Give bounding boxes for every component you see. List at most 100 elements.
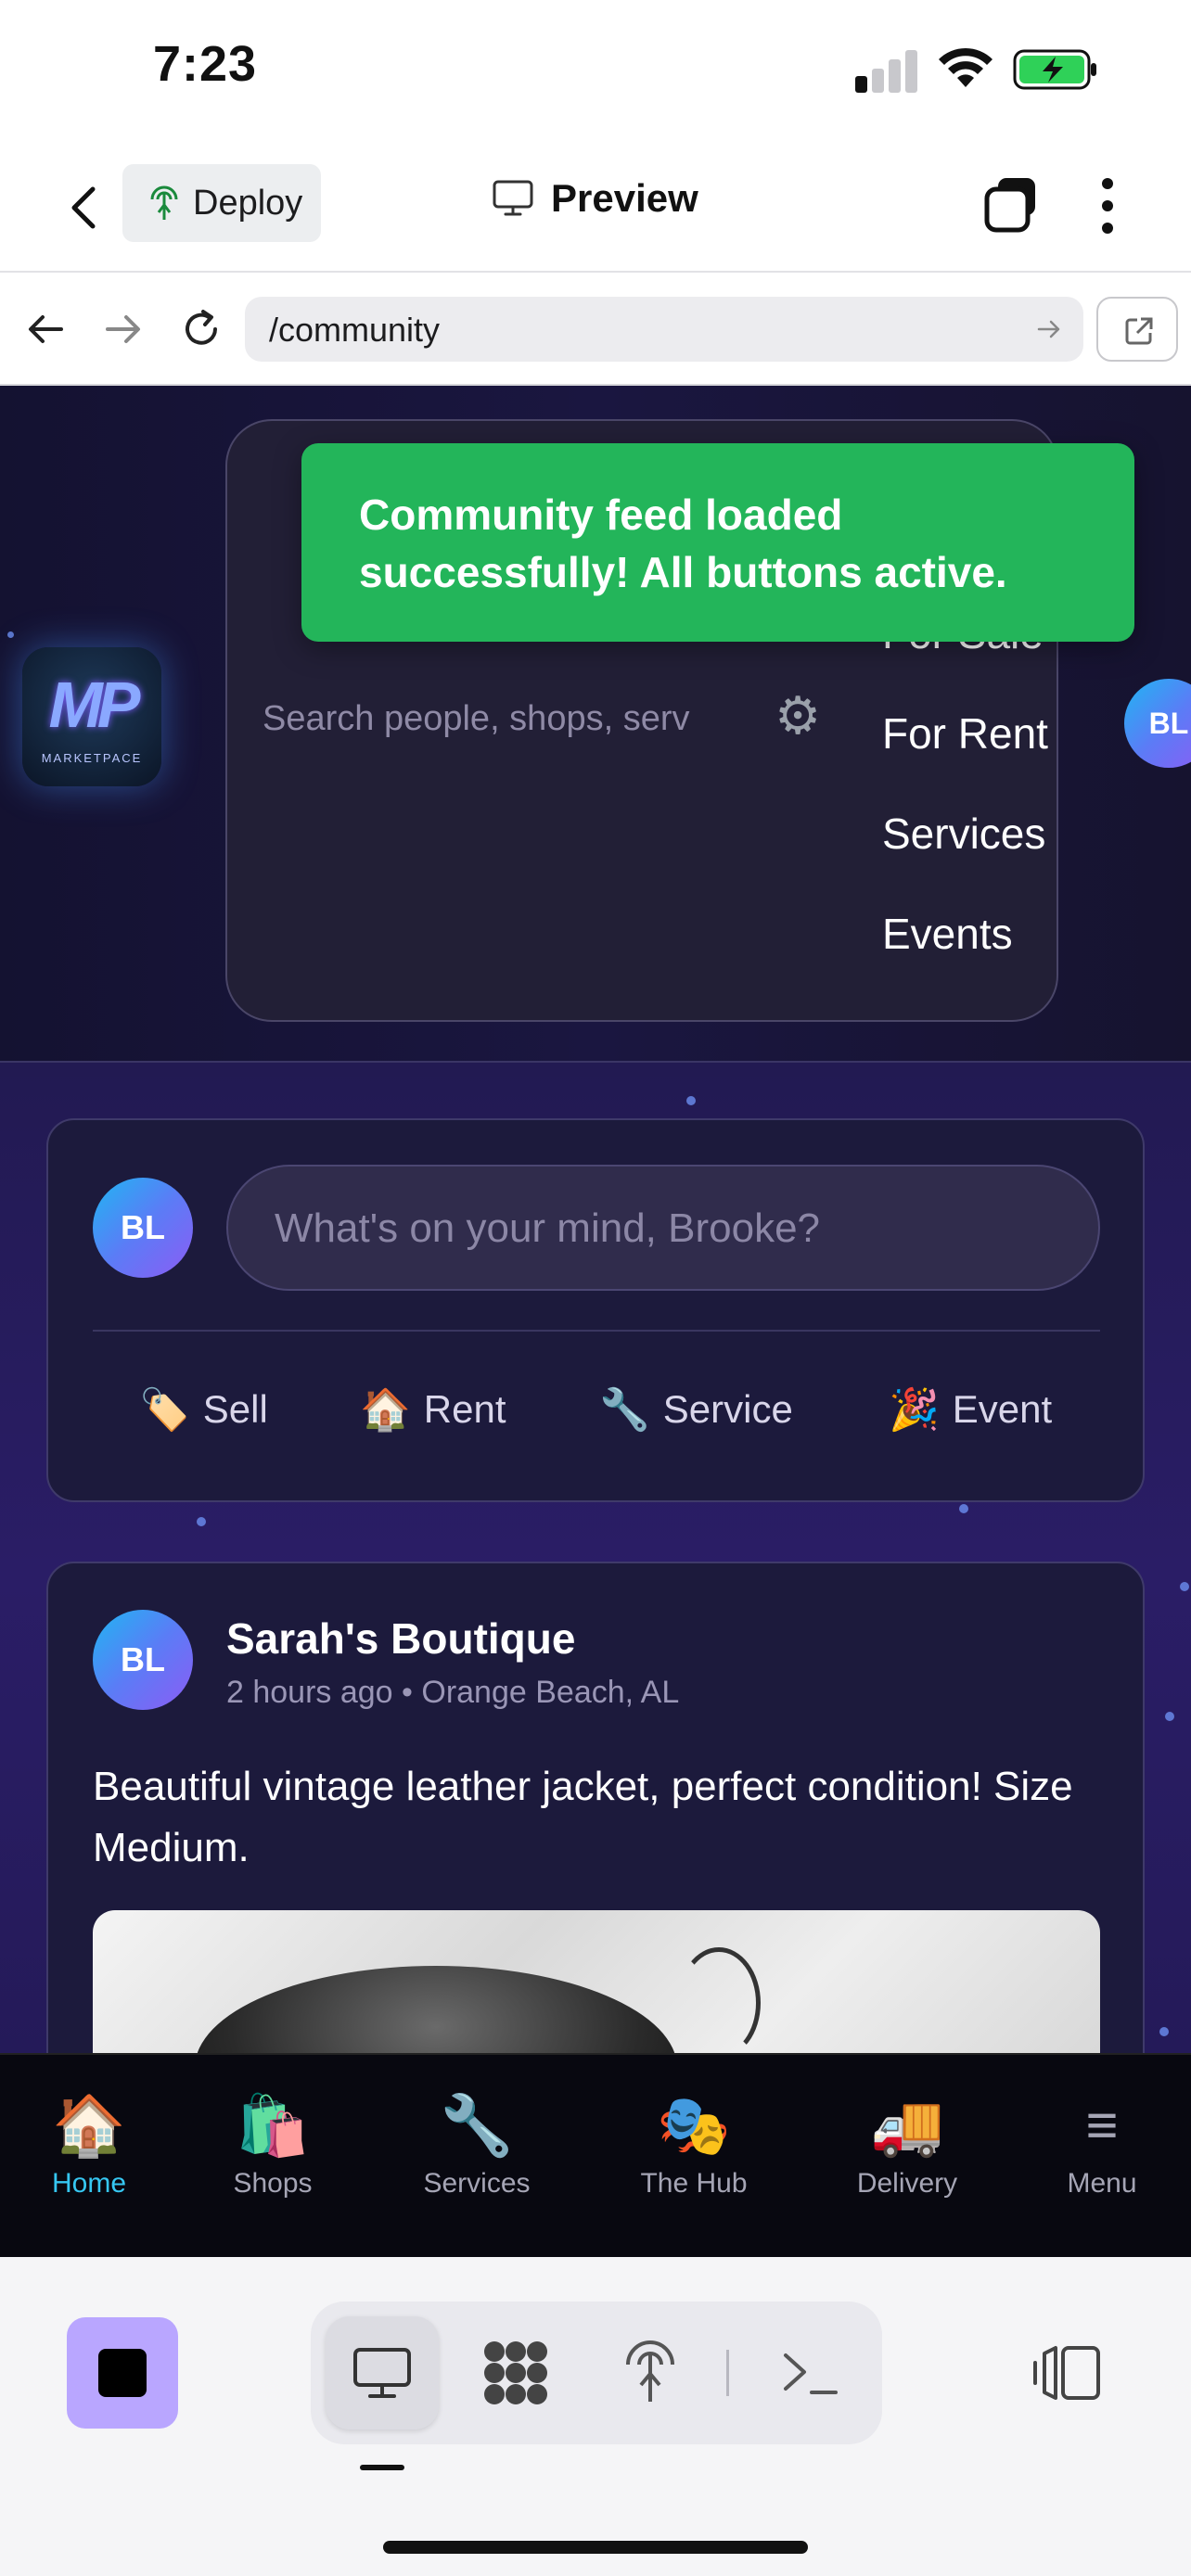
decor-dot [1159,2027,1169,2036]
divider [726,2350,729,2396]
preview-view-button[interactable] [326,2316,439,2429]
decor-dot [7,631,14,638]
host-toolbar [0,2257,1191,2576]
gear-icon[interactable]: ⚙ [775,690,821,742]
nav-menu-label: Menu [1067,2168,1137,2199]
wifi-icon [939,47,992,87]
open-external-icon [1125,317,1153,345]
toast-message: Community feed loaded successfully! All … [359,491,1007,596]
nav-shops[interactable]: 🛍️ Shops [189,2092,356,2200]
marketpace-logo[interactable]: MP MARKETPACE [22,647,161,786]
home-indicator [383,2541,808,2554]
console-view-button[interactable] [752,2316,865,2429]
delivery-truck-icon: 🚚 [870,2092,944,2159]
theater-masks-icon: 🎭 [657,2092,731,2159]
stop-icon [98,2349,147,2397]
browser-forward-icon[interactable] [100,306,147,352]
nav-menu[interactable]: ≡ Menu [1018,2092,1185,2200]
nav-the-hub[interactable]: 🎭 The Hub [610,2092,777,2200]
open-external-button[interactable] [1096,297,1178,362]
preview-label: Preview [551,176,698,220]
tag-icon: 🏷️ [139,1387,190,1433]
stop-button[interactable] [67,2317,178,2429]
tabs-icon[interactable] [981,174,1041,234]
deploy-icon [150,185,178,220]
composer-avatar: BL [93,1178,193,1278]
status-bar: 7:23 [0,0,1191,139]
url-field[interactable]: /community [245,297,1083,362]
workspace-view-button[interactable] [459,2316,572,2429]
success-toast: Community feed loaded successfully! All … [301,443,1134,642]
divider [93,1330,1100,1332]
decor-dot [959,1504,968,1513]
filter-events[interactable]: Events [882,909,1013,959]
post-image[interactable] [93,1910,1100,2055]
split-panel-icon[interactable] [1030,2340,1104,2405]
browser-back-icon[interactable] [22,306,69,352]
profile-avatar[interactable]: BL [1124,679,1191,768]
nav-delivery-label: Delivery [856,2168,958,2199]
post-meta: 2 hours ago • Orange Beach, AL [226,1675,680,1710]
logo-mark: MP [48,669,141,741]
deploy-label: Deploy [193,183,303,223]
deploy-button[interactable]: Deploy [122,164,321,242]
monitor-icon [493,180,533,216]
more-options-icon[interactable] [1085,172,1130,239]
view-switcher [311,2302,882,2444]
event-label: Event [952,1387,1053,1431]
go-arrow-icon[interactable] [1035,315,1063,343]
service-button[interactable]: 🔧 Service [599,1385,793,1434]
nav-services[interactable]: 🔧 Services [393,2092,560,2200]
party-popper-icon: 🎉 [889,1387,940,1433]
monitor-icon [353,2348,411,2398]
decor-dot [1165,1712,1174,1721]
home-icon: 🏠 [52,2092,126,2159]
wrench-icon: 🔧 [599,1387,650,1433]
post-author-avatar[interactable]: BL [93,1610,193,1710]
reload-icon[interactable] [178,306,224,352]
app-header: Deploy Preview [0,139,1191,273]
event-button[interactable]: 🎉 Event [889,1385,1052,1434]
post-text: Beautiful vintage leather jacket, perfec… [93,1764,1073,1870]
hamburger-menu-icon: ≡ [1085,2094,1119,2156]
apps-grid-icon [484,2341,547,2404]
decor-dot [197,1517,206,1526]
clock: 7:23 [153,36,258,92]
nav-the-hub-label: The Hub [640,2168,748,2199]
bottom-nav: 🏠 Home 🛍️ Shops 🔧 Services 🎭 The Hub 🚚 D… [0,2053,1191,2259]
hanger-hook [677,1947,761,2055]
house-icon: 🏠 [360,1387,411,1433]
deploy-view-button[interactable] [593,2316,706,2429]
nav-shops-label: Shops [233,2168,313,2199]
deploy-icon [626,2340,674,2402]
site-header: MP MARKETPACE Search people, shops, serv… [0,386,1191,1063]
status-input[interactable]: What's on your mind, Brooke? [226,1165,1100,1291]
browser-bar: /community [0,273,1191,386]
cellular-signal-icon [855,46,920,93]
web-viewport: MP MARKETPACE Search people, shops, serv… [0,386,1191,2055]
nav-home-label: Home [51,2168,127,2199]
logo-tagline: MARKETPACE [41,751,143,765]
rent-label: Rent [423,1387,506,1431]
filter-services[interactable]: Services [882,809,1045,859]
sell-button[interactable]: 🏷️ Sell [139,1385,268,1434]
rent-button[interactable]: 🏠 Rent [360,1385,506,1434]
shopping-bags-icon: 🛍️ [236,2092,310,2159]
service-label: Service [662,1387,793,1431]
filter-for-rent[interactable]: For Rent [882,708,1048,759]
status-input-placeholder: What's on your mind, Brooke? [275,1205,821,1251]
decor-dot [686,1096,696,1105]
back-chevron-icon[interactable] [58,180,113,236]
preview-title[interactable]: Preview [492,176,698,221]
nav-delivery[interactable]: 🚚 Delivery [824,2092,991,2200]
sell-label: Sell [202,1387,268,1431]
terminal-icon [784,2353,838,2394]
post-composer: BL What's on your mind, Brooke? 🏷️ Sell … [46,1118,1145,1502]
jacket-photo [195,1966,677,2055]
post-author-name[interactable]: Sarah's Boutique [226,1613,575,1664]
nav-services-label: Services [423,2168,531,2199]
nav-home[interactable]: 🏠 Home [6,2092,173,2200]
url-text: /community [269,311,441,349]
decor-dot [1180,1582,1189,1591]
search-input[interactable]: Search people, shops, serv [263,699,690,739]
